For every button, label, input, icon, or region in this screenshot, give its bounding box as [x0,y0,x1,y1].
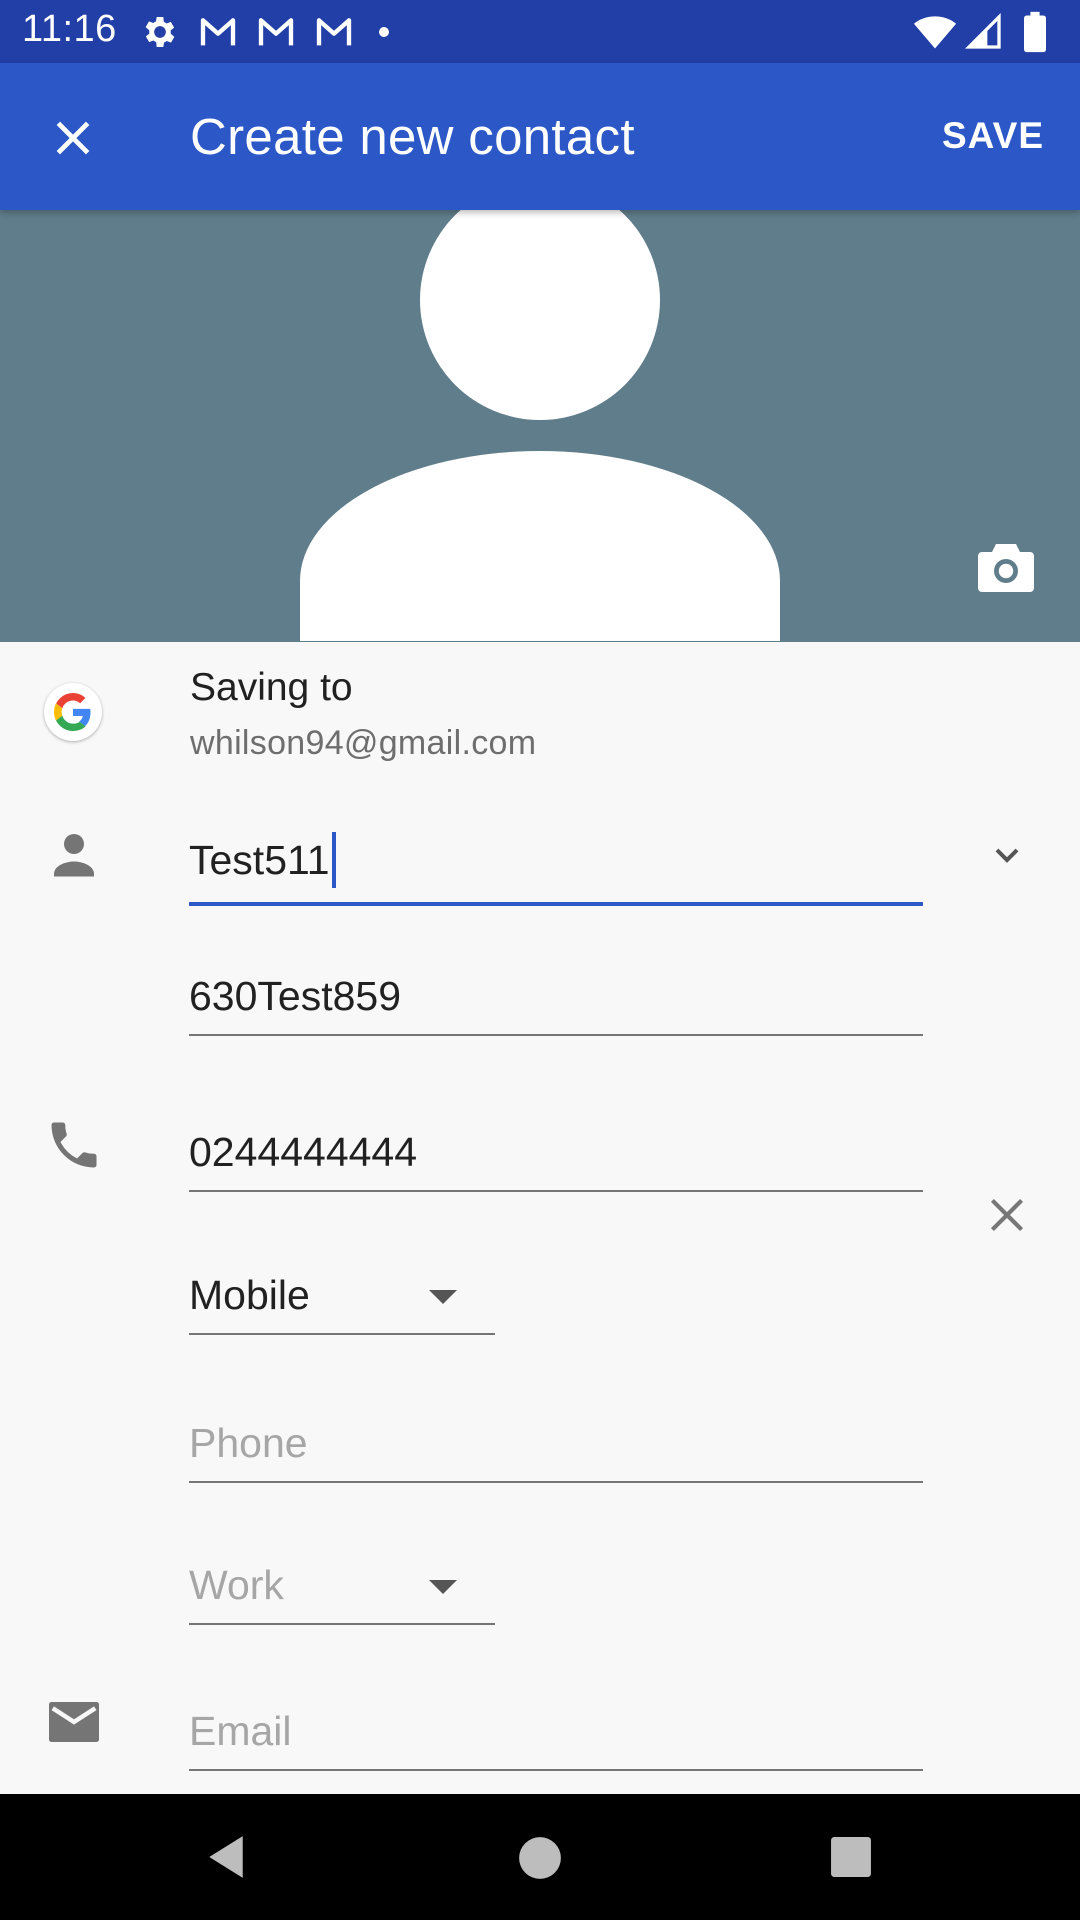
save-button[interactable]: SAVE [942,115,1044,157]
cell-signal-icon [964,12,1001,49]
settings-icon [145,17,175,47]
battery-icon [1024,11,1046,53]
app-bar: Create new contact SAVE [0,63,1080,210]
account-email[interactable]: whilson94@gmail.com [190,724,536,763]
saving-to-label: Saving to [190,666,353,709]
recents-icon[interactable] [830,1836,872,1878]
text-cursor [331,832,336,888]
status-time: 11:16 [22,8,117,50]
email-icon [49,1702,99,1742]
status-bar: 11:16 [0,0,1080,63]
person-icon [54,834,94,877]
dropdown-arrow-icon [429,1580,457,1594]
phone-input[interactable]: 0244444444 [189,1114,923,1192]
phone2-type-select[interactable]: Work [189,1547,495,1625]
close-button[interactable] [38,103,108,173]
first-name-input[interactable]: Test511 [189,818,923,906]
gmail-icon [258,18,294,46]
google-logo-icon [44,683,102,741]
home-icon[interactable] [518,1836,562,1880]
dot-icon [379,27,389,37]
avatar-body [300,451,780,641]
dropdown-arrow-icon [429,1290,457,1304]
chevron-down-icon[interactable] [982,835,1032,875]
phone2-input[interactable]: Phone [189,1405,923,1483]
page-title: Create new contact [190,108,635,165]
phone-type-select[interactable]: Mobile [189,1257,495,1335]
phone-icon [51,1122,97,1168]
last-name-input[interactable]: 630Test859 [189,958,923,1036]
phone-type-value: Mobile [189,1271,310,1318]
navigation-bar [0,1794,1080,1920]
gmail-icon [316,18,352,46]
camera-icon[interactable] [976,540,1036,596]
gmail-icon [200,18,236,46]
avatar-head [420,210,660,420]
email-input[interactable]: Email [189,1693,923,1771]
first-name-value: Test511 [189,836,330,883]
status-system-icons [912,10,1062,54]
close-icon [56,121,90,155]
remove-phone-icon[interactable] [982,1190,1032,1240]
back-icon[interactable] [204,1834,248,1880]
wifi-icon [913,16,957,49]
contact-photo[interactable] [0,210,1080,642]
phone2-type-value: Work [189,1561,284,1608]
